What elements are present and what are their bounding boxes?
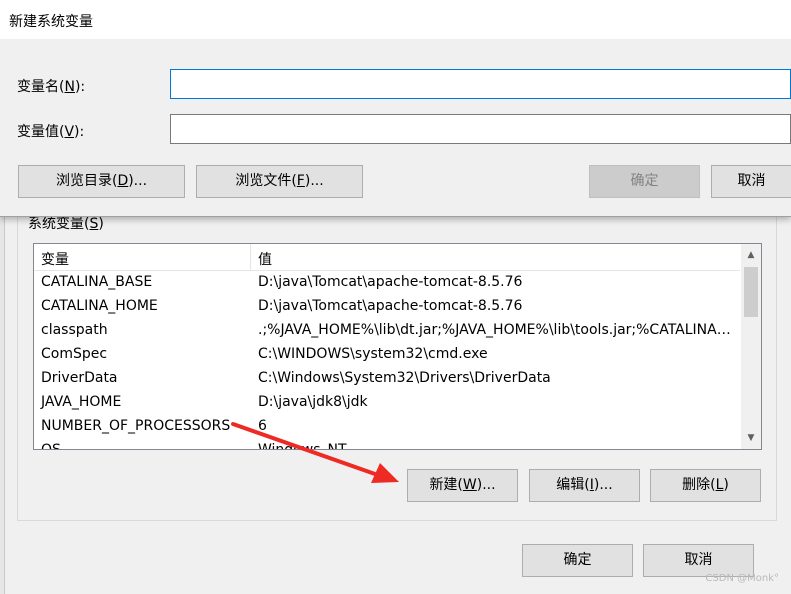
annotation-arrow-icon <box>231 422 399 483</box>
watermark: CSDN @Monk° <box>705 573 779 584</box>
